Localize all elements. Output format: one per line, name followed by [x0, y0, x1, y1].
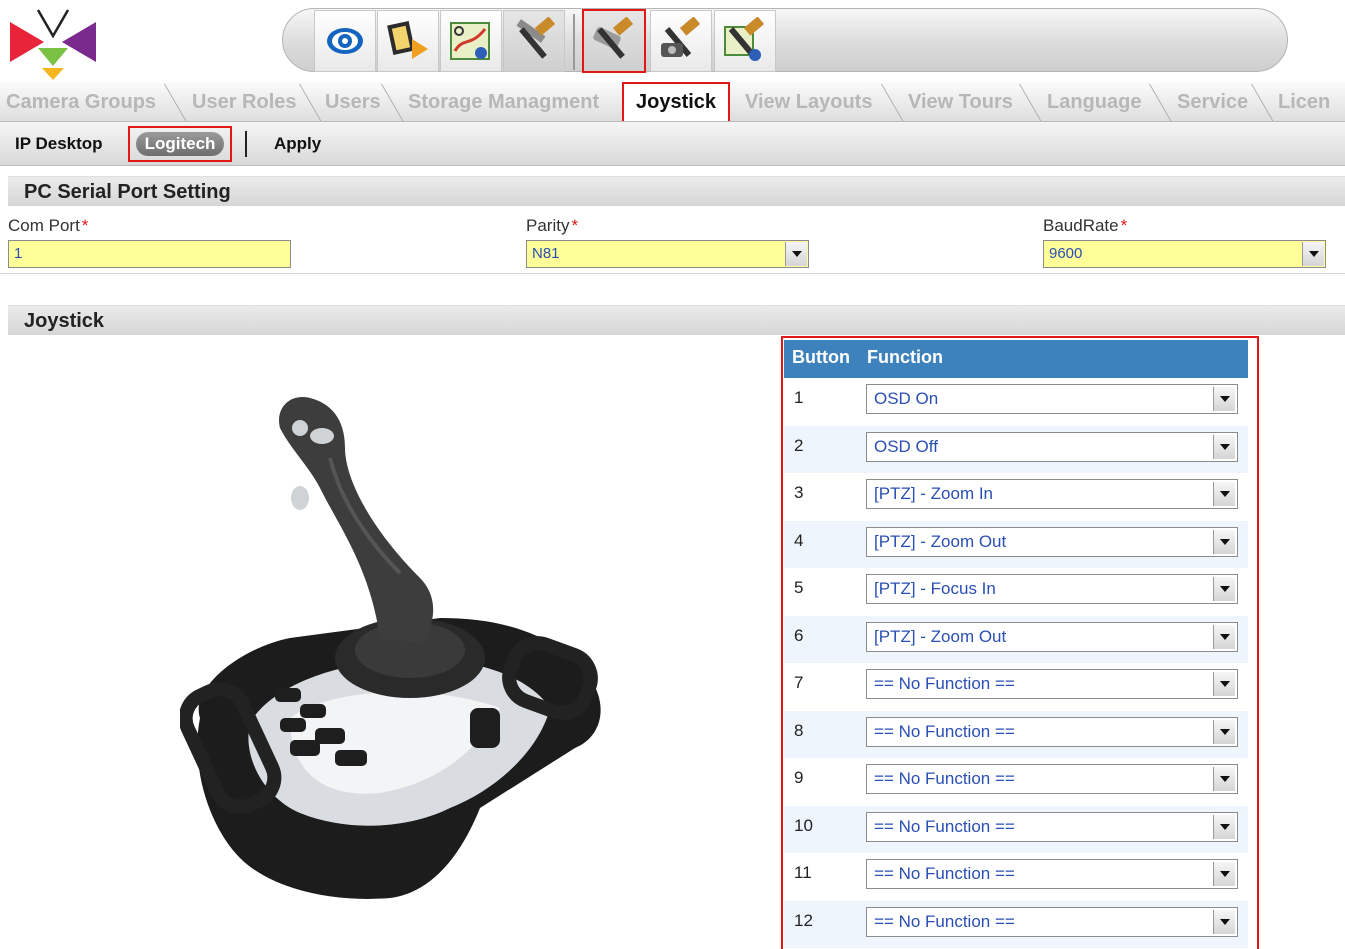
function-select[interactable]: OSD On: [866, 384, 1238, 414]
ip-desktop-link[interactable]: IP Desktop: [15, 134, 103, 154]
map-tools-icon: [450, 22, 490, 60]
button-number: 2: [794, 435, 804, 455]
table-row: 9 == No Function ==: [784, 758, 1248, 806]
map-tools-badge-icon: [724, 17, 765, 61]
table-row: 5 [PTZ] - Focus In: [784, 568, 1248, 616]
com-port-input[interactable]: 1: [8, 240, 291, 268]
tab-user-roles[interactable]: User Roles: [192, 82, 297, 121]
toolbar-separator: [573, 14, 575, 70]
table-row: 12 == No Function ==: [784, 900, 1248, 948]
table-row: 7 == No Function ==: [784, 663, 1248, 711]
map-button[interactable]: [440, 10, 502, 72]
chevron-down-icon: [1213, 577, 1235, 601]
button-number: 10: [794, 815, 813, 835]
tab-users[interactable]: Users: [325, 82, 381, 121]
chevron-down-icon: [1213, 672, 1235, 696]
function-select[interactable]: == No Function ==: [866, 811, 1238, 842]
settings-tab-bar: Camera Groups User Roles Users Storage M…: [0, 82, 1345, 122]
map-settings-button[interactable]: [714, 10, 776, 72]
chevron-down-icon: [1213, 529, 1235, 554]
tab-language[interactable]: Language: [1047, 82, 1141, 121]
function-select[interactable]: [PTZ] - Focus In: [866, 574, 1238, 604]
function-select[interactable]: == No Function ==: [866, 669, 1238, 699]
column-header-button: Button: [792, 347, 850, 367]
film-arrow-icon: [387, 21, 428, 59]
table-row: 1 OSD On: [784, 378, 1248, 426]
button-number: 8: [794, 720, 804, 740]
table-row: 6 [PTZ] - Zoom Out: [784, 615, 1248, 663]
chevron-down-icon: [785, 242, 807, 266]
chevron-down-icon: [1213, 719, 1235, 744]
table-row: 3 [PTZ] - Zoom In: [784, 473, 1248, 521]
button-number: 6: [794, 625, 804, 645]
parity-select[interactable]: N81: [526, 240, 809, 268]
camera-tools-icon: [593, 17, 634, 59]
button-number: 3: [794, 483, 804, 502]
chevron-down-icon: [1213, 814, 1235, 839]
setup-button[interactable]: [503, 10, 565, 72]
button-number: 1: [794, 388, 804, 407]
table-row: 8 == No Function ==: [784, 710, 1248, 758]
serial-form-row: Com Port * 1 Parity * N81 BaudRate * 9600: [0, 208, 1345, 274]
chevron-down-icon: [1213, 767, 1235, 791]
button-number: 5: [794, 578, 804, 597]
apply-button[interactable]: Apply: [274, 134, 321, 154]
tab-joystick[interactable]: Joystick: [622, 82, 731, 121]
joystick-image: [180, 397, 601, 899]
function-select[interactable]: == No Function ==: [866, 859, 1238, 889]
chevron-down-icon: [1302, 242, 1324, 266]
chevron-down-icon: [1213, 909, 1235, 934]
button-number: 11: [794, 863, 812, 882]
button-number: 4: [794, 530, 804, 550]
function-select[interactable]: == No Function ==: [866, 764, 1238, 794]
logitech-button[interactable]: Logitech: [128, 126, 232, 162]
com-port-label: Com Port *: [8, 216, 89, 235]
logitech-label: Logitech: [136, 132, 224, 156]
tools-camera-icon: [661, 17, 701, 57]
live-view-button[interactable]: [314, 10, 376, 72]
tab-view-layouts[interactable]: View Layouts: [745, 82, 872, 121]
tab-camera-groups[interactable]: Camera Groups: [6, 82, 156, 121]
tools-icon: [516, 17, 556, 59]
tab-service[interactable]: Service: [1177, 82, 1248, 121]
function-select[interactable]: [PTZ] - Zoom In: [866, 479, 1238, 509]
function-select[interactable]: == No Function ==: [866, 716, 1238, 747]
baudrate-label: BaudRate *: [1043, 216, 1128, 235]
button-function-table: Button Function 1 OSD On 2 OSD Off 3 [PT…: [781, 336, 1259, 949]
chevron-down-icon: [1213, 482, 1235, 506]
tab-view-tours[interactable]: View Tours: [908, 82, 1013, 121]
table-row: 10 == No Function ==: [784, 805, 1248, 853]
table-row: 2 OSD Off: [784, 425, 1248, 473]
baudrate-select[interactable]: 9600: [1043, 240, 1326, 268]
function-select[interactable]: [PTZ] - Zoom Out: [866, 621, 1238, 652]
tab-license[interactable]: Licen: [1278, 82, 1330, 121]
system-settings-button[interactable]: [582, 9, 646, 73]
table-row: 11 == No Function ==: [784, 853, 1248, 901]
eye-icon: [327, 28, 363, 54]
chevron-down-icon: [1213, 862, 1235, 886]
camera-settings-button[interactable]: [650, 10, 712, 72]
function-select[interactable]: == No Function ==: [866, 906, 1238, 937]
serial-section-title: PC Serial Port Setting: [8, 176, 1345, 206]
joystick-section-title: Joystick: [8, 305, 1345, 335]
chevron-down-icon: [1213, 434, 1235, 459]
button-number: 9: [794, 768, 804, 787]
table-row: 4 [PTZ] - Zoom Out: [784, 520, 1248, 568]
tab-storage-managment[interactable]: Storage Managment: [408, 82, 599, 121]
sub-divider: [245, 131, 247, 157]
chevron-down-icon: [1213, 624, 1235, 649]
function-select[interactable]: OSD Off: [866, 431, 1238, 462]
button-number: 12: [794, 910, 813, 930]
playback-button[interactable]: [377, 10, 439, 72]
app-logo: [10, 9, 96, 80]
parity-label: Parity *: [526, 216, 579, 235]
chevron-down-icon: [1213, 387, 1235, 411]
function-select[interactable]: [PTZ] - Zoom Out: [866, 526, 1238, 557]
table-header: Button Function: [784, 340, 1248, 378]
button-number: 7: [794, 673, 804, 692]
joystick-sub-toolbar: IP Desktop Logitech Apply: [0, 122, 1345, 166]
column-header-function: Function: [867, 347, 943, 367]
